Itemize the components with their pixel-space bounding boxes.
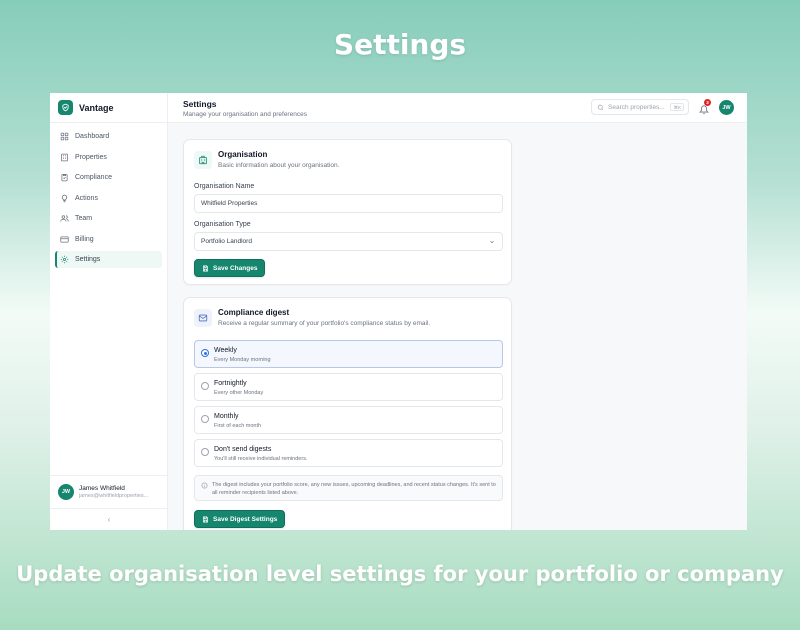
search-box[interactable]: ⌘K bbox=[591, 99, 689, 115]
building-icon bbox=[61, 153, 68, 161]
sidebar-item-settings[interactable]: Settings bbox=[55, 251, 162, 268]
credit-card-icon bbox=[60, 236, 69, 242]
mail-icon bbox=[194, 309, 212, 327]
option-label: Fortnightly bbox=[214, 380, 247, 387]
collapse-sidebar-button[interactable]: ‹ bbox=[50, 508, 168, 530]
user-profile[interactable]: JW James Whitfield james@whitfieldproper… bbox=[50, 475, 168, 508]
grid-icon bbox=[60, 132, 69, 141]
option-label: Weekly bbox=[214, 347, 237, 354]
radio-icon bbox=[201, 448, 209, 456]
digest-option-monthly[interactable]: Monthly First of each month bbox=[194, 406, 503, 434]
sidebar: Vantage Dashboard Properties Compliance … bbox=[50, 93, 168, 530]
user-avatar-button[interactable]: JW bbox=[719, 100, 734, 115]
shield-logo-icon bbox=[58, 100, 73, 115]
info-icon bbox=[201, 482, 208, 489]
radio-icon bbox=[201, 382, 209, 390]
bell-icon bbox=[698, 105, 710, 115]
chevron-down-icon bbox=[490, 241, 494, 244]
option-description: Every other Monday bbox=[214, 390, 264, 396]
digest-option-none[interactable]: Don't send digests You'll still receive … bbox=[194, 439, 503, 467]
sidebar-item-actions[interactable]: Actions bbox=[55, 190, 162, 207]
users-icon bbox=[60, 215, 69, 222]
compliance-digest-card: Compliance digest Receive a regular summ… bbox=[183, 297, 512, 530]
save-digest-label: Save Digest Settings bbox=[213, 515, 278, 523]
user-email: james@whitfieldproperties... bbox=[79, 493, 149, 499]
radio-selected-icon bbox=[201, 349, 209, 357]
notifications-button[interactable]: 3 bbox=[698, 99, 711, 120]
search-input[interactable] bbox=[608, 103, 670, 111]
sidebar-item-compliance[interactable]: Compliance bbox=[55, 169, 162, 186]
gear-icon bbox=[60, 255, 69, 264]
sidebar-item-team[interactable]: Team bbox=[55, 210, 162, 227]
avatar: JW bbox=[58, 484, 74, 500]
sidebar-nav: Dashboard Properties Compliance Actions … bbox=[50, 123, 167, 268]
card-description: Basic information about your organisatio… bbox=[218, 162, 340, 169]
save-icon bbox=[203, 516, 208, 522]
search-icon bbox=[597, 104, 604, 110]
lightbulb-icon bbox=[61, 194, 68, 202]
org-type-value: Portfolio Landlord bbox=[201, 238, 252, 245]
brand[interactable]: Vantage bbox=[50, 93, 167, 123]
option-description: You'll still receive individual reminder… bbox=[214, 456, 308, 462]
org-name-value: Whitfield Properties bbox=[201, 200, 258, 207]
card-title: Compliance digest bbox=[218, 308, 290, 317]
digest-option-weekly[interactable]: Weekly Every Monday morning bbox=[194, 340, 503, 368]
org-name-field[interactable]: Whitfield Properties bbox=[194, 194, 503, 213]
card-description: Receive a regular summary of your portfo… bbox=[218, 320, 431, 327]
page-subtitle: Manage your organisation and preferences bbox=[183, 111, 307, 118]
save-changes-label: Save Changes bbox=[213, 264, 258, 272]
sidebar-item-properties[interactable]: Properties bbox=[55, 149, 162, 166]
org-type-select[interactable]: Portfolio Landlord bbox=[194, 232, 503, 251]
app-window: Vantage Dashboard Properties Compliance … bbox=[50, 93, 747, 530]
sidebar-item-label: Team bbox=[75, 215, 93, 222]
sidebar-item-label: Billing bbox=[75, 235, 94, 243]
sidebar-item-label: Compliance bbox=[75, 174, 112, 181]
digest-option-fortnightly[interactable]: Fortnightly Every other Monday bbox=[194, 373, 503, 401]
digest-info-note: The digest includes your portfolio score… bbox=[194, 475, 503, 501]
chevron-left-icon: ‹ bbox=[107, 515, 111, 524]
option-description: Every Monday morning bbox=[214, 357, 271, 363]
search-shortcut: ⌘K bbox=[670, 103, 684, 111]
user-name: James Whitfield bbox=[79, 485, 125, 492]
organisation-card: Organisation Basic information about you… bbox=[183, 139, 512, 285]
sidebar-item-label: Properties bbox=[75, 153, 107, 161]
sidebar-item-billing[interactable]: Billing bbox=[55, 231, 162, 248]
clipboard-check-icon bbox=[61, 174, 68, 182]
hero-title: Settings bbox=[333, 28, 467, 61]
sidebar-item-dashboard[interactable]: Dashboard bbox=[55, 128, 162, 145]
option-label: Don't send digests bbox=[214, 446, 272, 453]
option-label: Monthly bbox=[214, 413, 239, 420]
org-type-label: Organisation Type bbox=[194, 221, 251, 228]
page-title: Settings bbox=[183, 99, 217, 109]
brand-name: Vantage bbox=[79, 102, 114, 113]
save-changes-button[interactable]: Save Changes bbox=[194, 259, 266, 277]
building-icon bbox=[194, 151, 212, 169]
info-text: The digest includes your portfolio score… bbox=[212, 482, 496, 496]
page-header: Settings Manage your organisation and pr… bbox=[168, 93, 747, 123]
main-content: Settings Manage your organisation and pr… bbox=[168, 93, 747, 530]
sidebar-item-label: Actions bbox=[75, 194, 98, 202]
notification-badge: 3 bbox=[704, 99, 711, 106]
hero-caption: Update organisation level settings for y… bbox=[16, 562, 784, 586]
save-digest-settings-button[interactable]: Save Digest Settings bbox=[194, 510, 286, 528]
sidebar-item-label: Dashboard bbox=[75, 133, 110, 140]
option-description: First of each month bbox=[214, 423, 262, 429]
radio-icon bbox=[201, 415, 209, 423]
sidebar-item-label: Settings bbox=[75, 256, 101, 263]
card-title: Organisation bbox=[218, 150, 268, 159]
org-name-label: Organisation Name bbox=[194, 183, 255, 190]
save-icon bbox=[203, 265, 208, 271]
